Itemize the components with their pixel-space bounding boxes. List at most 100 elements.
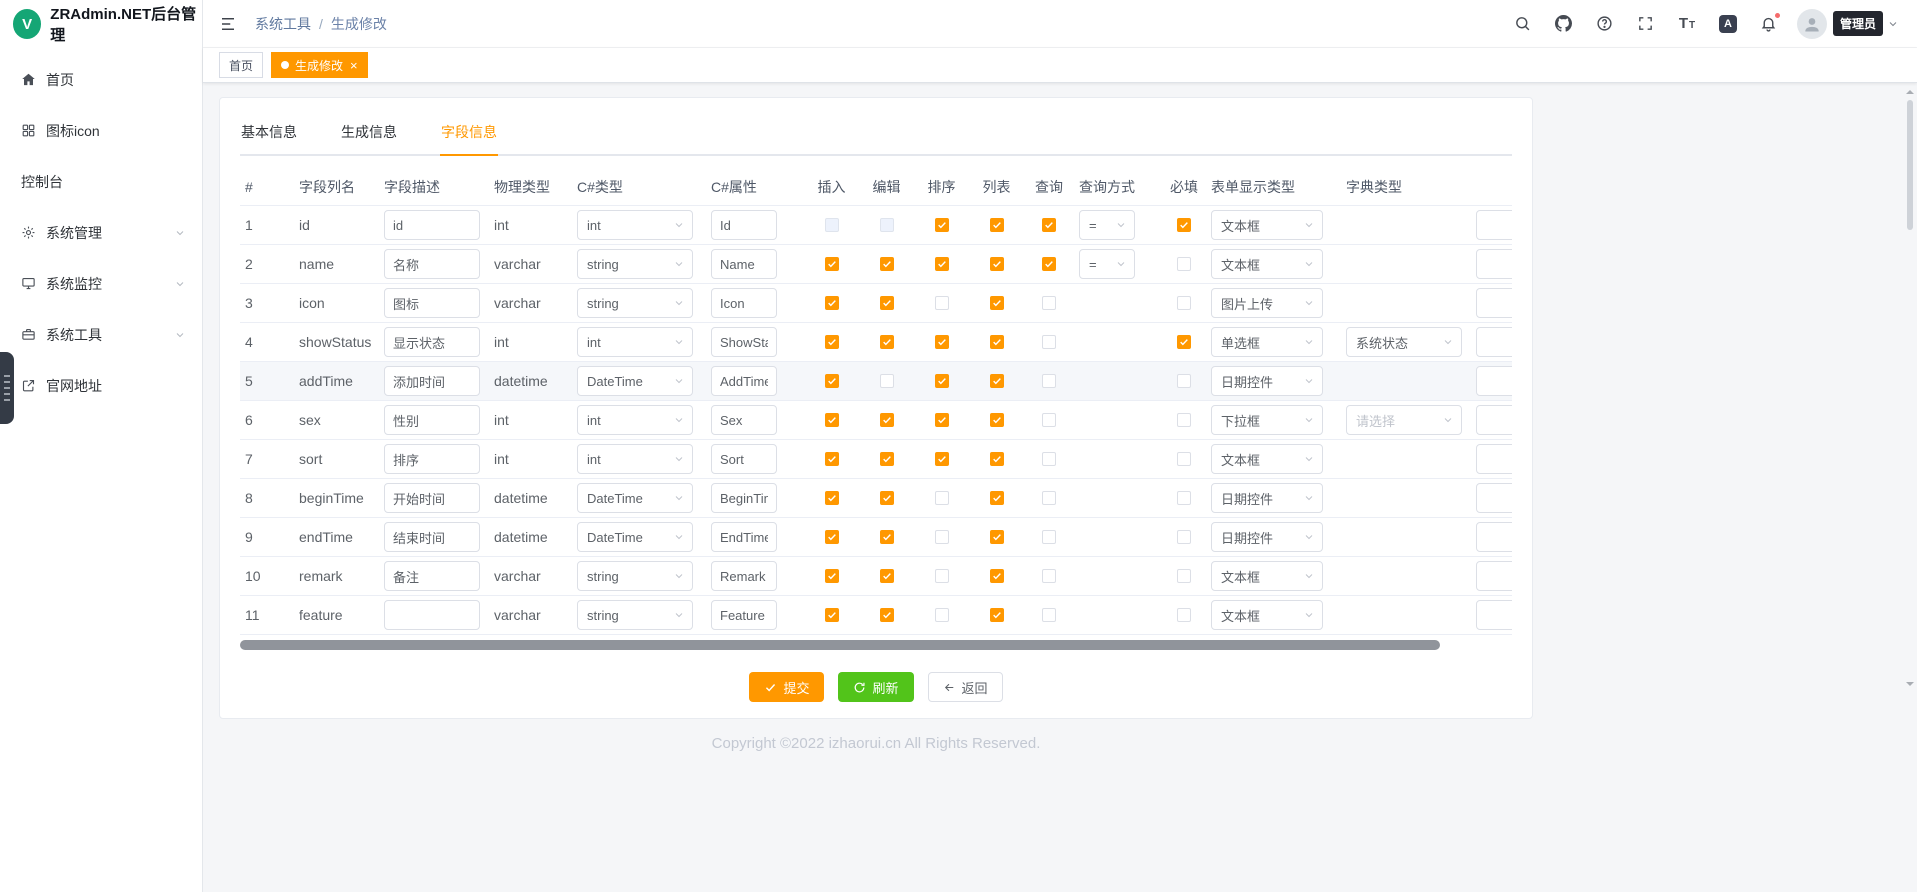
csharp-attr-input[interactable] [711, 483, 777, 513]
tag-generate-edit[interactable]: 生成修改× [271, 52, 368, 78]
sidebar-item-home[interactable]: 首页 [0, 54, 202, 105]
breadcrumb-item[interactable]: 系统工具 [255, 14, 311, 34]
extra-input[interactable] [1476, 366, 1512, 396]
sidebar-item-site-link[interactable]: 官网地址 [0, 360, 202, 411]
extra-input[interactable] [1476, 249, 1512, 279]
scroll-up-icon[interactable] [1906, 86, 1914, 94]
query-checkbox[interactable] [1042, 608, 1056, 622]
csharp-attr-input[interactable] [711, 600, 777, 630]
field-desc-input[interactable] [384, 600, 480, 630]
horizontal-scrollbar[interactable] [240, 640, 1514, 650]
display-type-select[interactable]: 文本框 [1211, 249, 1323, 279]
scroll-down-icon[interactable] [1906, 682, 1914, 690]
help-icon[interactable] [1595, 14, 1615, 34]
dict-type-select[interactable]: 系统状态 [1346, 327, 1462, 357]
display-type-select[interactable]: 日期控件 [1211, 522, 1323, 552]
list-checkbox[interactable] [990, 218, 1004, 232]
query-checkbox[interactable] [1042, 257, 1056, 271]
display-type-select[interactable]: 文本框 [1211, 561, 1323, 591]
list-checkbox[interactable] [990, 491, 1004, 505]
insert-checkbox[interactable] [825, 413, 839, 427]
query-checkbox[interactable] [1042, 335, 1056, 349]
field-desc-input[interactable] [384, 444, 480, 474]
csharp-attr-input[interactable] [711, 561, 777, 591]
sort-checkbox[interactable] [935, 608, 949, 622]
sidebar-item-system-management[interactable]: 系统管理 [0, 207, 202, 258]
required-checkbox[interactable] [1177, 296, 1191, 310]
user-name[interactable]: 管理员 [1833, 11, 1883, 36]
edit-checkbox[interactable] [880, 374, 894, 388]
list-checkbox[interactable] [990, 335, 1004, 349]
csharp-type-select[interactable]: int [577, 210, 693, 240]
display-type-select[interactable]: 日期控件 [1211, 366, 1323, 396]
display-type-select[interactable]: 文本框 [1211, 600, 1323, 630]
query-checkbox[interactable] [1042, 374, 1056, 388]
github-icon[interactable] [1554, 14, 1574, 34]
csharp-attr-input[interactable] [711, 366, 777, 396]
csharp-attr-input[interactable] [711, 327, 777, 357]
edit-checkbox[interactable] [880, 491, 894, 505]
query-checkbox[interactable] [1042, 569, 1056, 583]
fold-menu-icon[interactable] [215, 11, 241, 37]
sort-checkbox[interactable] [935, 335, 949, 349]
list-checkbox[interactable] [990, 374, 1004, 388]
display-type-select[interactable]: 文本框 [1211, 444, 1323, 474]
insert-checkbox[interactable] [825, 296, 839, 310]
sort-checkbox[interactable] [935, 452, 949, 466]
display-type-select[interactable]: 日期控件 [1211, 483, 1323, 513]
search-icon[interactable] [1513, 14, 1533, 34]
extra-input[interactable] [1476, 288, 1512, 318]
avatar[interactable] [1797, 9, 1827, 39]
sidebar-item-system-tools[interactable]: 系统工具 [0, 309, 202, 360]
sort-checkbox[interactable] [935, 218, 949, 232]
list-checkbox[interactable] [990, 569, 1004, 583]
translate-icon[interactable]: A [1718, 14, 1738, 34]
field-desc-input[interactable] [384, 210, 480, 240]
sort-checkbox[interactable] [935, 374, 949, 388]
font-size-icon[interactable]: TT [1677, 14, 1697, 34]
csharp-type-select[interactable]: int [577, 327, 693, 357]
required-checkbox[interactable] [1177, 530, 1191, 544]
list-checkbox[interactable] [990, 257, 1004, 271]
dict-type-select[interactable]: 请选择 [1346, 405, 1462, 435]
extra-input[interactable] [1476, 444, 1512, 474]
required-checkbox[interactable] [1177, 452, 1191, 466]
close-icon[interactable]: × [350, 59, 358, 72]
extra-input[interactable] [1476, 600, 1512, 630]
csharp-type-select[interactable]: string [577, 600, 693, 630]
required-checkbox[interactable] [1177, 374, 1191, 388]
edit-checkbox[interactable] [880, 452, 894, 466]
insert-checkbox[interactable] [825, 452, 839, 466]
edit-checkbox[interactable] [880, 335, 894, 349]
display-type-select[interactable]: 单选框 [1211, 327, 1323, 357]
tab-basic-info[interactable]: 基本信息 [240, 120, 298, 154]
sort-checkbox[interactable] [935, 257, 949, 271]
required-checkbox[interactable] [1177, 491, 1191, 505]
csharp-attr-input[interactable] [711, 288, 777, 318]
list-checkbox[interactable] [990, 296, 1004, 310]
display-type-select[interactable]: 文本框 [1211, 210, 1323, 240]
required-checkbox[interactable] [1177, 608, 1191, 622]
sort-checkbox[interactable] [935, 491, 949, 505]
csharp-attr-input[interactable] [711, 444, 777, 474]
field-desc-input[interactable] [384, 249, 480, 279]
display-type-select[interactable]: 下拉框 [1211, 405, 1323, 435]
field-desc-input[interactable] [384, 561, 480, 591]
refresh-button[interactable]: 刷新 [838, 672, 913, 702]
theme-drawer-handle[interactable] [0, 352, 14, 424]
bell-icon[interactable] [1759, 14, 1779, 34]
field-desc-input[interactable] [384, 483, 480, 513]
edit-checkbox[interactable] [880, 413, 894, 427]
required-checkbox[interactable] [1177, 569, 1191, 583]
csharp-attr-input[interactable] [711, 405, 777, 435]
insert-checkbox[interactable] [825, 530, 839, 544]
query-checkbox[interactable] [1042, 491, 1056, 505]
insert-checkbox[interactable] [825, 335, 839, 349]
edit-checkbox[interactable] [880, 296, 894, 310]
csharp-type-select[interactable]: DateTime [577, 366, 693, 396]
query-checkbox[interactable] [1042, 530, 1056, 544]
field-desc-input[interactable] [384, 405, 480, 435]
field-desc-input[interactable] [384, 327, 480, 357]
sort-checkbox[interactable] [935, 296, 949, 310]
vertical-scrollbar-thumb[interactable] [1907, 100, 1913, 230]
